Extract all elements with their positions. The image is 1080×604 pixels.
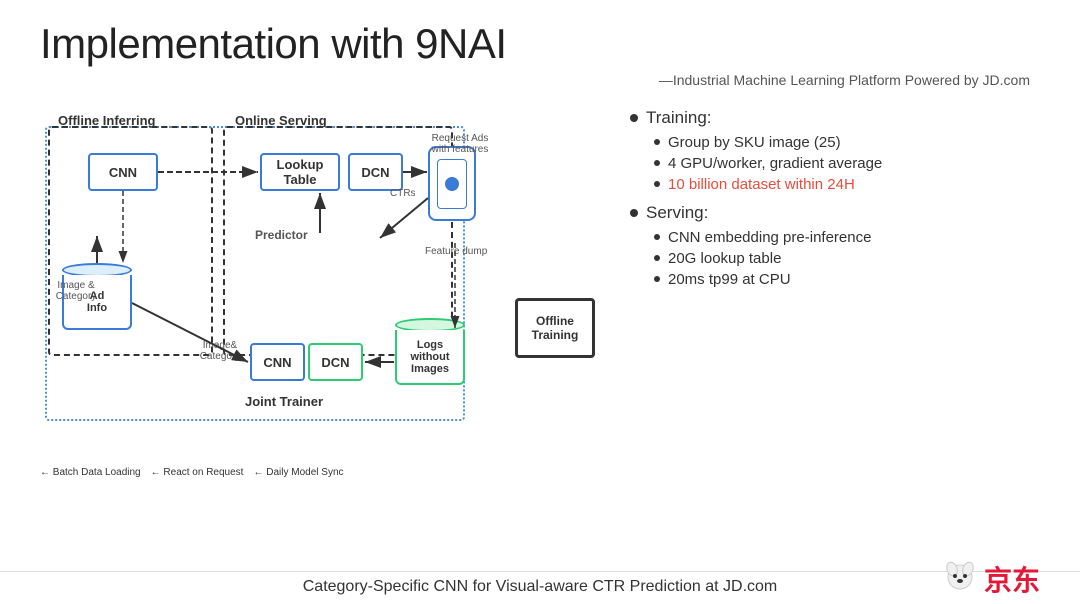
bottom-arrows-row: ← Batch Data Loading ← React on Request … xyxy=(40,467,344,478)
footer-text: Category-Specific CNN for Visual-aware C… xyxy=(303,578,778,595)
jd-dog-icon xyxy=(940,559,980,599)
online-serving-label: Online Serving xyxy=(235,113,327,128)
subtitle: —Industrial Machine Learning Platform Po… xyxy=(40,72,1040,88)
image-category-label2: Image&Category xyxy=(185,340,255,362)
joint-trainer-label: Joint Trainer xyxy=(245,394,323,409)
offline-training-box: OfflineTraining xyxy=(515,298,595,358)
jd-brand-text: 京东 xyxy=(984,559,1040,599)
training-item-1: Group by SKU image (25) xyxy=(668,134,841,151)
training-item-3: 10 billion dataset within 24H xyxy=(668,176,855,193)
serving-sub-3: 20ms tp99 at CPU xyxy=(630,271,1040,288)
serving-group: Serving: CNN embedding pre-inference 20G… xyxy=(630,203,1040,288)
training-sub-dot-1 xyxy=(654,139,660,145)
content-area: Offline Inferring Online Serving CNN Loo… xyxy=(40,98,1040,468)
serving-sub-2: 20G lookup table xyxy=(630,250,1040,267)
page-title: Implementation with 9NAI xyxy=(40,20,1040,68)
serving-item-1: CNN embedding pre-inference xyxy=(668,229,871,246)
training-sub-1: Group by SKU image (25) xyxy=(630,134,1040,151)
predictor-label: Predictor xyxy=(255,228,308,242)
cnn-top-box: CNN xyxy=(88,153,158,191)
training-item-2: 4 GPU/worker, gradient average xyxy=(668,155,882,172)
training-group: Training: Group by SKU image (25) 4 GPU/… xyxy=(630,108,1040,193)
offline-infer-label: Offline Inferring xyxy=(58,113,156,128)
serving-sub-dot-1 xyxy=(654,234,660,240)
request-ads-label: Request Adswith features xyxy=(415,133,505,155)
dcn-top-box: DCN xyxy=(348,153,403,191)
serving-item-3: 20ms tp99 at CPU xyxy=(668,271,791,288)
serving-item-2: 20G lookup table xyxy=(668,250,781,267)
training-sub-dot-3 xyxy=(654,181,660,187)
training-label: Training: xyxy=(646,108,712,128)
jd-logo: 京东 xyxy=(940,559,1040,599)
serving-bullet-dot xyxy=(630,209,638,217)
training-sub-3: 10 billion dataset within 24H xyxy=(630,176,1040,193)
training-sub-2: 4 GPU/worker, gradient average xyxy=(630,155,1040,172)
bullets-section: Training: Group by SKU image (25) 4 GPU/… xyxy=(620,98,1040,468)
serving-sub-1: CNN embedding pre-inference xyxy=(630,229,1040,246)
training-main-bullet: Training: xyxy=(630,108,1040,128)
image-category-label1: Image &Category xyxy=(46,280,106,302)
daily-sync-arrow: ← Daily Model Sync xyxy=(253,467,343,478)
phone-box xyxy=(428,146,476,221)
training-bullet-dot xyxy=(630,114,638,122)
cnn-bottom-box: CNN xyxy=(250,343,305,381)
footer: Category-Specific CNN for Visual-aware C… xyxy=(0,571,1080,596)
serving-main-bullet: Serving: xyxy=(630,203,1040,223)
lookup-table-box: LookupTable xyxy=(260,153,340,191)
feature-dump-label: Feature dump xyxy=(425,246,487,257)
logs-cylinder: LogswithoutImages xyxy=(395,318,465,385)
serving-sub-dot-3 xyxy=(654,276,660,282)
architecture-diagram: Offline Inferring Online Serving CNN Loo… xyxy=(40,98,600,468)
react-request-arrow: ← React on Request xyxy=(151,467,244,478)
ctrs-label: CTRs xyxy=(390,188,416,199)
slide: Implementation with 9NAI —Industrial Mac… xyxy=(0,0,1080,604)
serving-sub-dot-2 xyxy=(654,255,660,261)
batch-loading-arrow: ← Batch Data Loading xyxy=(40,467,141,478)
training-sub-dot-2 xyxy=(654,160,660,166)
serving-label: Serving: xyxy=(646,203,708,223)
dcn-bottom-box: DCN xyxy=(308,343,363,381)
